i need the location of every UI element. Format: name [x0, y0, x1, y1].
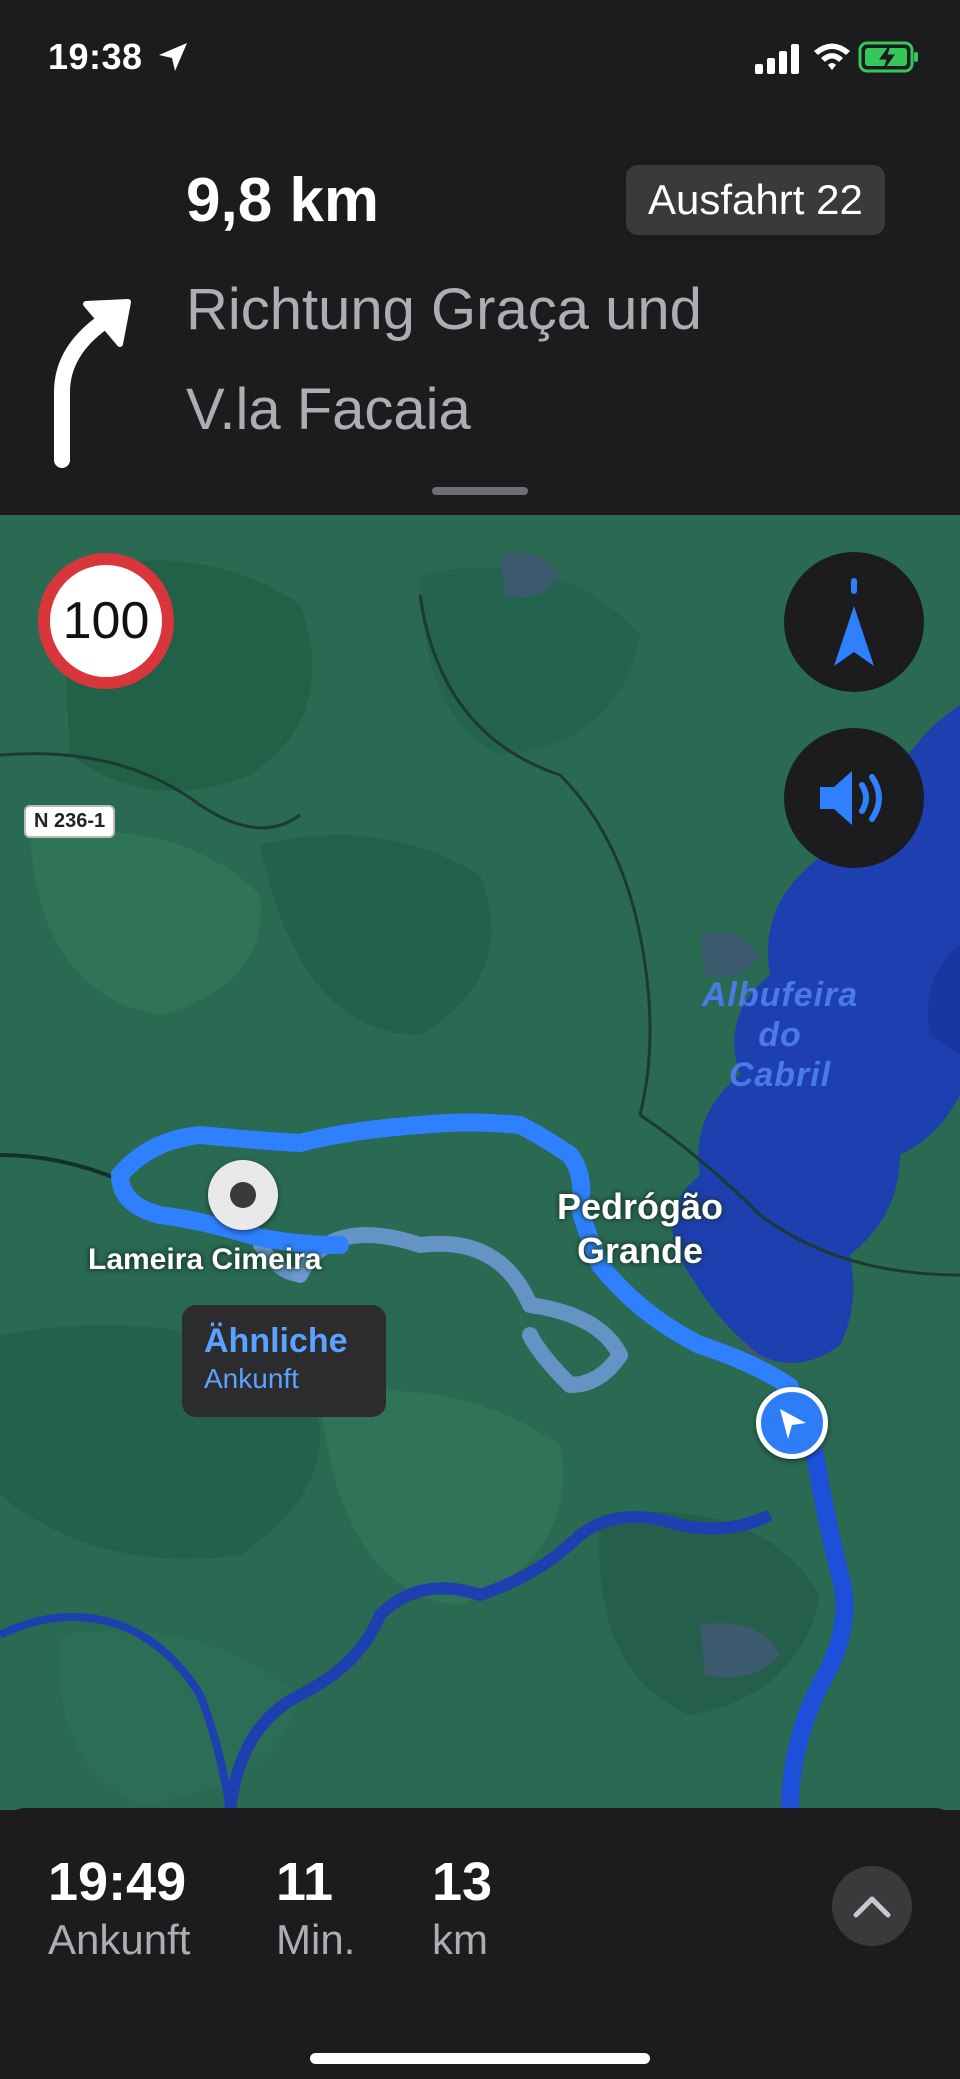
location-arrow-icon	[159, 43, 187, 71]
destination-pin-dot	[230, 1182, 256, 1208]
cellular-signal-icon	[755, 44, 799, 74]
alternative-route-title: Ähnliche	[204, 1322, 348, 1360]
trip-summary-tray[interactable]: 19:49 Ankunft 11 Min. 13 km	[0, 1808, 960, 2079]
navigation-screen: 19:38 9,8 km Ausfahrt 22 Richtung Graça …	[0, 0, 960, 2079]
remaining-time-label: Min.	[276, 1916, 356, 1963]
destination-label: Lameira Cimeira	[88, 1243, 322, 1276]
town-label-line-2: Grande	[576, 1230, 704, 1271]
expand-tray-button[interactable]	[832, 1866, 912, 1946]
speaker-icon	[820, 771, 882, 825]
turn-right-arrow-icon	[54, 299, 131, 468]
town-label-line-1: Pedrógão	[556, 1186, 724, 1227]
reservoir-label-line-2: do	[758, 1016, 802, 1054]
reservoir-label-line-3: Cabril	[728, 1056, 832, 1094]
wifi-icon	[814, 43, 850, 70]
remaining-distance-stat: 13 km	[432, 1850, 492, 1966]
road-label: N 236-1	[24, 805, 116, 838]
alternative-route-subtitle: Ankunft	[204, 1363, 299, 1394]
alternative-route-bubble[interactable]: Ähnliche Ankunft	[182, 1305, 386, 1417]
direction-line-1: Richtung Graça und	[186, 277, 702, 342]
battery-charging-icon	[858, 41, 918, 73]
remaining-time-stat: 11 Min.	[276, 1850, 355, 1966]
current-location-marker	[756, 1387, 828, 1459]
speed-limit-sign: 100	[38, 553, 174, 689]
navigation-arrow-icon	[780, 1409, 806, 1439]
remaining-distance-value: 13	[432, 1852, 493, 1912]
exit-badge: Ausfahrt 22	[626, 165, 885, 235]
arrival-time-stat: 19:49 Ankunft	[48, 1850, 190, 1966]
reservoir-label-line-1: Albufeira	[701, 976, 859, 1014]
compass-button[interactable]	[784, 552, 924, 692]
status-bar: 19:38	[0, 0, 960, 110]
maneuver-direction: Richtung Graça und V.la Facaia	[186, 260, 906, 460]
direction-line-2: V.la Facaia	[186, 377, 471, 442]
status-time: 19:38	[48, 36, 143, 77]
town-label: Pedrógão Grande	[530, 1185, 750, 1273]
remaining-distance-label: km	[432, 1916, 488, 1963]
map-canvas	[0, 515, 960, 1810]
banner-grabber[interactable]	[432, 487, 528, 495]
compass-arrow-icon	[834, 578, 874, 666]
maneuver-banner[interactable]: 9,8 km Ausfahrt 22 Richtung Graça und V.…	[0, 110, 960, 515]
destination-pin[interactable]	[208, 1160, 278, 1230]
voice-volume-button[interactable]	[784, 728, 924, 868]
home-indicator[interactable]	[310, 2053, 650, 2064]
chevron-up-icon	[853, 1896, 891, 1918]
map-view[interactable]: 100 N 236-1 Albufeira do Cabril Pedrógão…	[0, 515, 960, 1810]
maneuver-distance: 9,8 km	[186, 166, 380, 235]
arrival-time-label: Ankunft	[48, 1916, 191, 1963]
reservoir-label: Albufeira do Cabril	[680, 975, 880, 1095]
remaining-time-value: 11	[276, 1852, 334, 1912]
arrival-time-value: 19:49	[48, 1852, 187, 1912]
